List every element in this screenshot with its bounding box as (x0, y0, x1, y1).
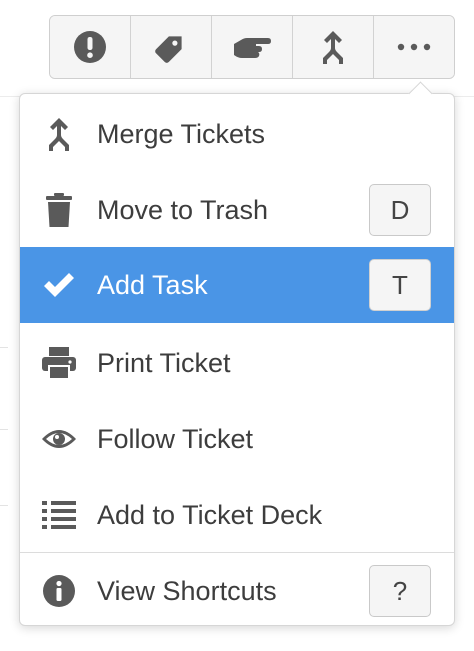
menu-item-label: Add Task (97, 269, 208, 300)
menu-item-label: Print Ticket (97, 347, 231, 378)
assign-button[interactable] (212, 16, 293, 78)
shortcut-key: D (369, 184, 431, 236)
merge-arrow-icon (40, 115, 78, 153)
tag-button[interactable] (131, 16, 212, 78)
menu-item-label: Add to Ticket Deck (97, 499, 323, 530)
tag-icon (155, 36, 182, 63)
list-icon (40, 496, 78, 534)
menu-item-follow-ticket[interactable]: Follow Ticket (20, 401, 454, 477)
shortcut-key: T (369, 259, 431, 311)
merge-arrow-icon (323, 31, 343, 64)
printer-icon (40, 344, 78, 382)
ellipsis-icon (397, 43, 431, 51)
menu-item-add-task[interactable]: Add Task T (20, 247, 454, 323)
page-edge-tick (0, 505, 8, 506)
priority-button[interactable] (50, 16, 131, 78)
exclamation-circle-icon (74, 31, 106, 63)
merge-button[interactable] (293, 16, 374, 78)
menu-item-label: View Shortcuts (97, 575, 277, 606)
menu-item-view-shortcuts[interactable]: View Shortcuts ? (20, 553, 454, 629)
pointing-hand-icon (234, 38, 271, 58)
shortcut-key: ? (369, 565, 431, 617)
info-circle-icon (40, 572, 78, 610)
more-actions-menu: Merge Tickets Move to Trash D Add Task T… (19, 81, 455, 629)
more-button[interactable] (374, 16, 454, 78)
menu-item-print-ticket[interactable]: Print Ticket (20, 325, 454, 401)
menu-item-add-to-ticket-deck[interactable]: Add to Ticket Deck (20, 477, 454, 553)
ticket-toolbar (49, 15, 455, 79)
menu-item-label: Merge Tickets (97, 118, 266, 149)
menu-item-move-to-trash[interactable]: Move to Trash D (20, 172, 454, 248)
page-edge-tick (0, 429, 8, 430)
menu-item-merge-tickets[interactable]: Merge Tickets (20, 96, 454, 172)
eye-icon (40, 420, 78, 458)
menu-item-label: Follow Ticket (97, 423, 254, 454)
menu-item-label: Move to Trash (97, 194, 269, 225)
trash-icon (40, 191, 78, 229)
checkmark-icon (40, 266, 78, 304)
page-edge-tick (0, 347, 8, 348)
